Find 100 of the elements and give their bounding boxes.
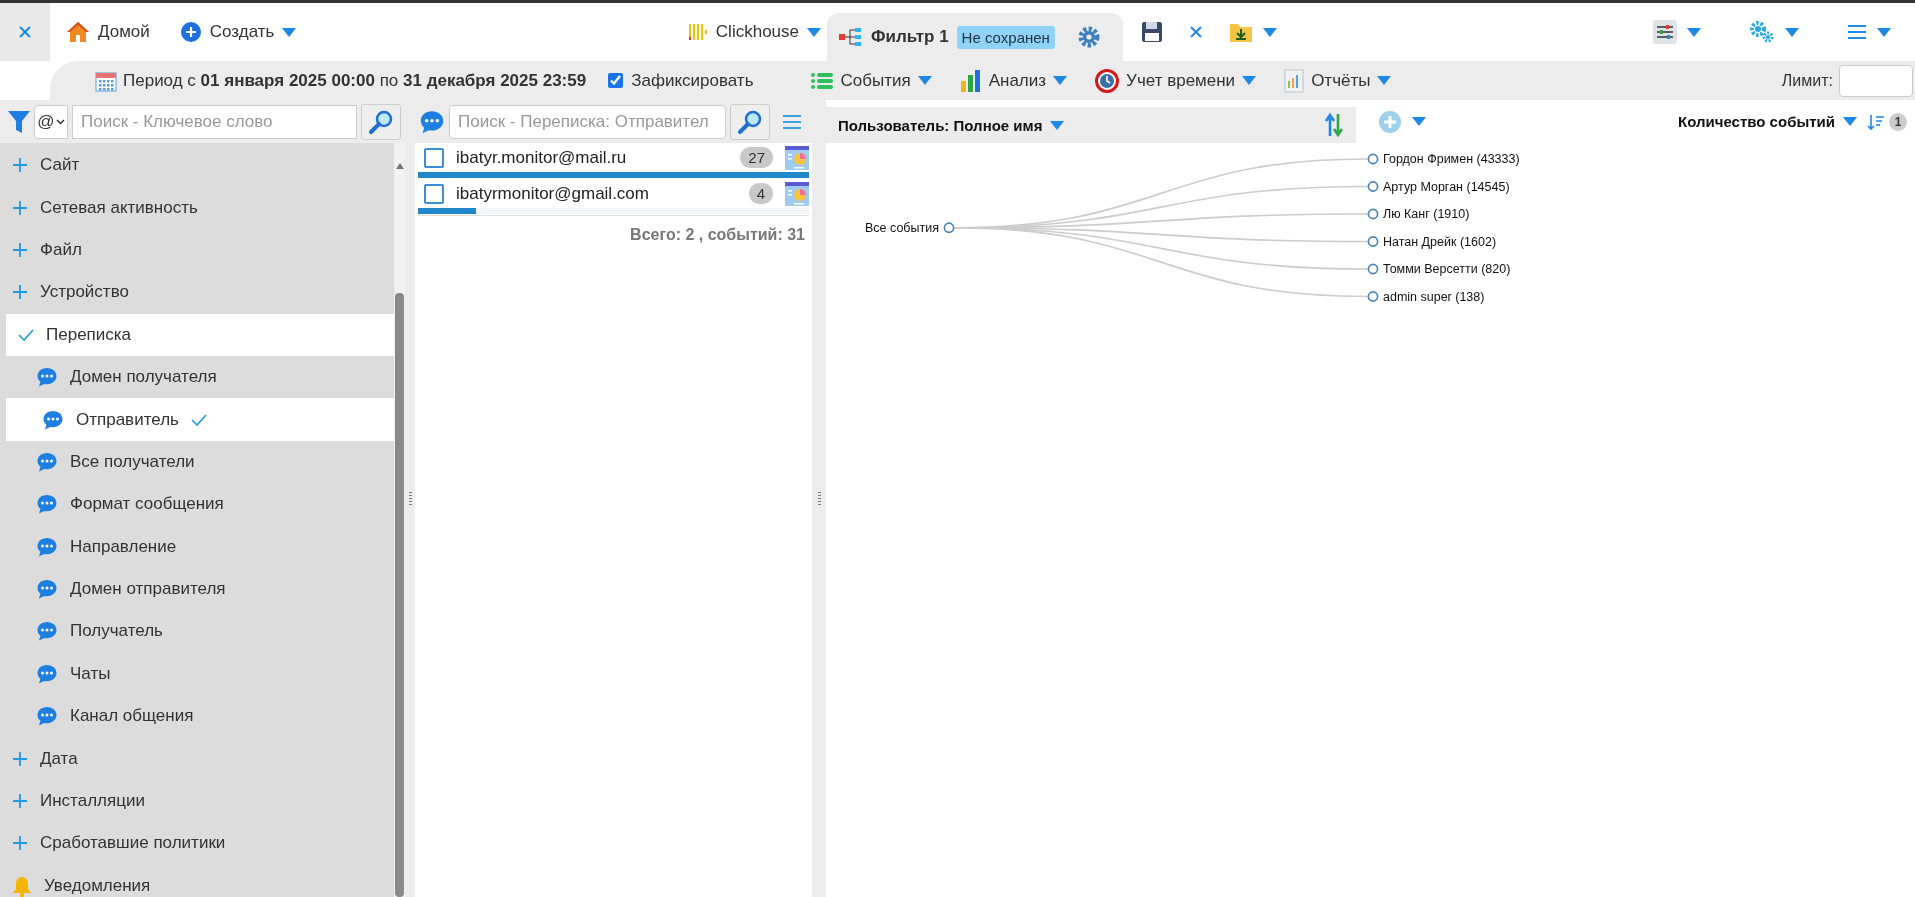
caret-icon — [1263, 27, 1277, 37]
tree-node[interactable] — [943, 222, 955, 234]
sidebar-item[interactable]: Домен получателя — [0, 355, 394, 399]
sidebar-item[interactable]: Домен отправителя — [0, 567, 394, 611]
item-label: Домен получателя — [70, 367, 217, 388]
dashboard-icon — [785, 145, 809, 170]
item-label: Направление — [70, 536, 177, 557]
sidebar-item[interactable]: Уведомления — [0, 864, 394, 897]
tree-node[interactable] — [1367, 153, 1379, 165]
sidebar-item[interactable]: Сработавшие политики — [0, 822, 394, 865]
item-label: Сетевая активность — [40, 197, 198, 218]
caret-icon — [1050, 120, 1065, 130]
item-label: Дата — [40, 748, 78, 769]
sidebar-item[interactable]: Все получатели — [0, 440, 394, 484]
chevron-icon — [55, 118, 65, 125]
sidebar-item[interactable]: Инсталляции — [0, 779, 394, 823]
tree-node[interactable] — [1367, 181, 1379, 192]
chat-bubble-icon — [36, 493, 58, 516]
group-by-button[interactable]: Пользователь: Полное имя — [838, 116, 1065, 134]
bar-chart-icon — [959, 68, 982, 93]
database-button[interactable]: Clickhouse — [681, 3, 827, 61]
node-label: Лю Канг (1910) — [1383, 207, 1470, 221]
caret-icon — [1242, 76, 1257, 85]
row-checkbox[interactable] — [424, 147, 444, 168]
sidebar-item[interactable]: Файл — [0, 228, 394, 272]
tree-node[interactable] — [1367, 208, 1379, 220]
lock-checkbox[interactable] — [608, 73, 624, 88]
email-address[interactable]: ibatyr.monitor@mail.ru — [456, 147, 729, 168]
folder-download-icon — [1229, 21, 1253, 43]
item-label: Устройство — [40, 282, 129, 303]
item-label: Уведомления — [44, 875, 151, 896]
menu-button[interactable]: Учет времени — [1085, 68, 1267, 93]
menu-icon — [782, 113, 802, 130]
item-label: Формат сообщения — [70, 494, 224, 515]
item-label: Канал общения — [70, 706, 194, 727]
tree-node[interactable] — [1367, 291, 1379, 302]
report-icon — [1284, 68, 1305, 93]
home-button[interactable]: Домой — [60, 3, 156, 61]
caret-icon — [1877, 27, 1891, 37]
chat-bubble-icon — [36, 578, 58, 601]
period-text: Период с 01 января 2025 00:00 по 31 декабря 2025 23:59 — [123, 70, 587, 91]
limit-field[interactable] — [1839, 64, 1913, 97]
sidebar-item[interactable]: Чаты — [0, 652, 394, 696]
node-label: Все события — [865, 220, 939, 235]
node-label: Натан Дрейк (1602) — [1383, 234, 1497, 249]
chat-bubble-icon — [36, 535, 58, 558]
caret-icon — [917, 76, 932, 85]
item-label: Отправитель — [76, 409, 179, 430]
chat-bubble-icon — [419, 108, 445, 135]
menu-button[interactable]: Отчёты — [1274, 68, 1402, 93]
email-address[interactable]: ibatyrmonitor@gmail.com — [456, 183, 737, 204]
mode-select[interactable]: @ — [34, 104, 68, 139]
item-label: Домен отправителя — [70, 579, 226, 600]
gears-icon — [1749, 20, 1775, 44]
search-button[interactable] — [730, 103, 770, 140]
sort-level-badge: 1 — [1889, 112, 1907, 131]
menu-button[interactable]: События — [799, 70, 942, 91]
scrollbar[interactable] — [394, 143, 405, 897]
item-label: Чаты — [70, 663, 111, 684]
create-button[interactable]: Создать — [173, 3, 303, 61]
count-badge: 4 — [748, 183, 773, 204]
sidebar-item[interactable]: Сайт — [0, 144, 394, 187]
metric-button[interactable]: Количество событий — [1678, 113, 1857, 130]
search-button[interactable] — [361, 103, 401, 140]
caret-icon — [807, 27, 821, 37]
item-label: Сработавшие политики — [40, 833, 226, 854]
sidebar-item[interactable]: Канал общения — [0, 695, 394, 738]
tree-node[interactable] — [1367, 236, 1379, 247]
sidebar-item[interactable]: Сетевая активность — [0, 186, 394, 229]
menu-icon — [1847, 24, 1867, 40]
check-icon — [190, 412, 207, 427]
sidebar-item[interactable]: Отправитель — [6, 398, 394, 441]
caret-icon — [1785, 27, 1799, 37]
count-badge: 27 — [740, 147, 773, 168]
chat-bubble-icon — [36, 662, 58, 685]
sidebar-item[interactable]: Дата — [0, 737, 394, 780]
caret-icon — [1843, 117, 1857, 126]
plus-circle-icon — [1378, 109, 1402, 134]
chat-bubble-icon — [36, 366, 58, 389]
sidebar-item[interactable]: Направление — [0, 525, 394, 568]
filter-tab[interactable]: Фильтр 1 Не сохранен — [827, 13, 1123, 61]
bars-logo-icon — [687, 22, 708, 42]
sidebar-item[interactable]: Переписка — [6, 313, 394, 356]
menu-button[interactable]: Анализ — [949, 68, 1078, 93]
search-field[interactable]: Поиск - Ключевое слово — [72, 104, 357, 139]
caret-icon — [1687, 27, 1701, 37]
node-label: admin super (138) — [1383, 289, 1485, 304]
dashboard-icon — [785, 181, 809, 206]
item-label: Сайт — [40, 155, 80, 176]
sidebar-item[interactable]: Устройство — [0, 271, 394, 314]
sidebar-item[interactable]: Получатель — [0, 610, 394, 653]
sidebar-item[interactable]: Формат сообщения — [0, 483, 394, 526]
tree-node[interactable] — [1367, 263, 1379, 275]
search-field[interactable]: Поиск - Переписка: Отправител — [449, 104, 726, 139]
caret-icon — [1053, 76, 1068, 85]
row-checkbox[interactable] — [424, 183, 444, 204]
up-down-arrows-icon — [1324, 112, 1344, 138]
node-label: Томми Версетти (820) — [1383, 262, 1511, 276]
item-label: Получатель — [70, 621, 163, 642]
summary-text: Всего: 2 , событий: 31 — [418, 215, 809, 244]
